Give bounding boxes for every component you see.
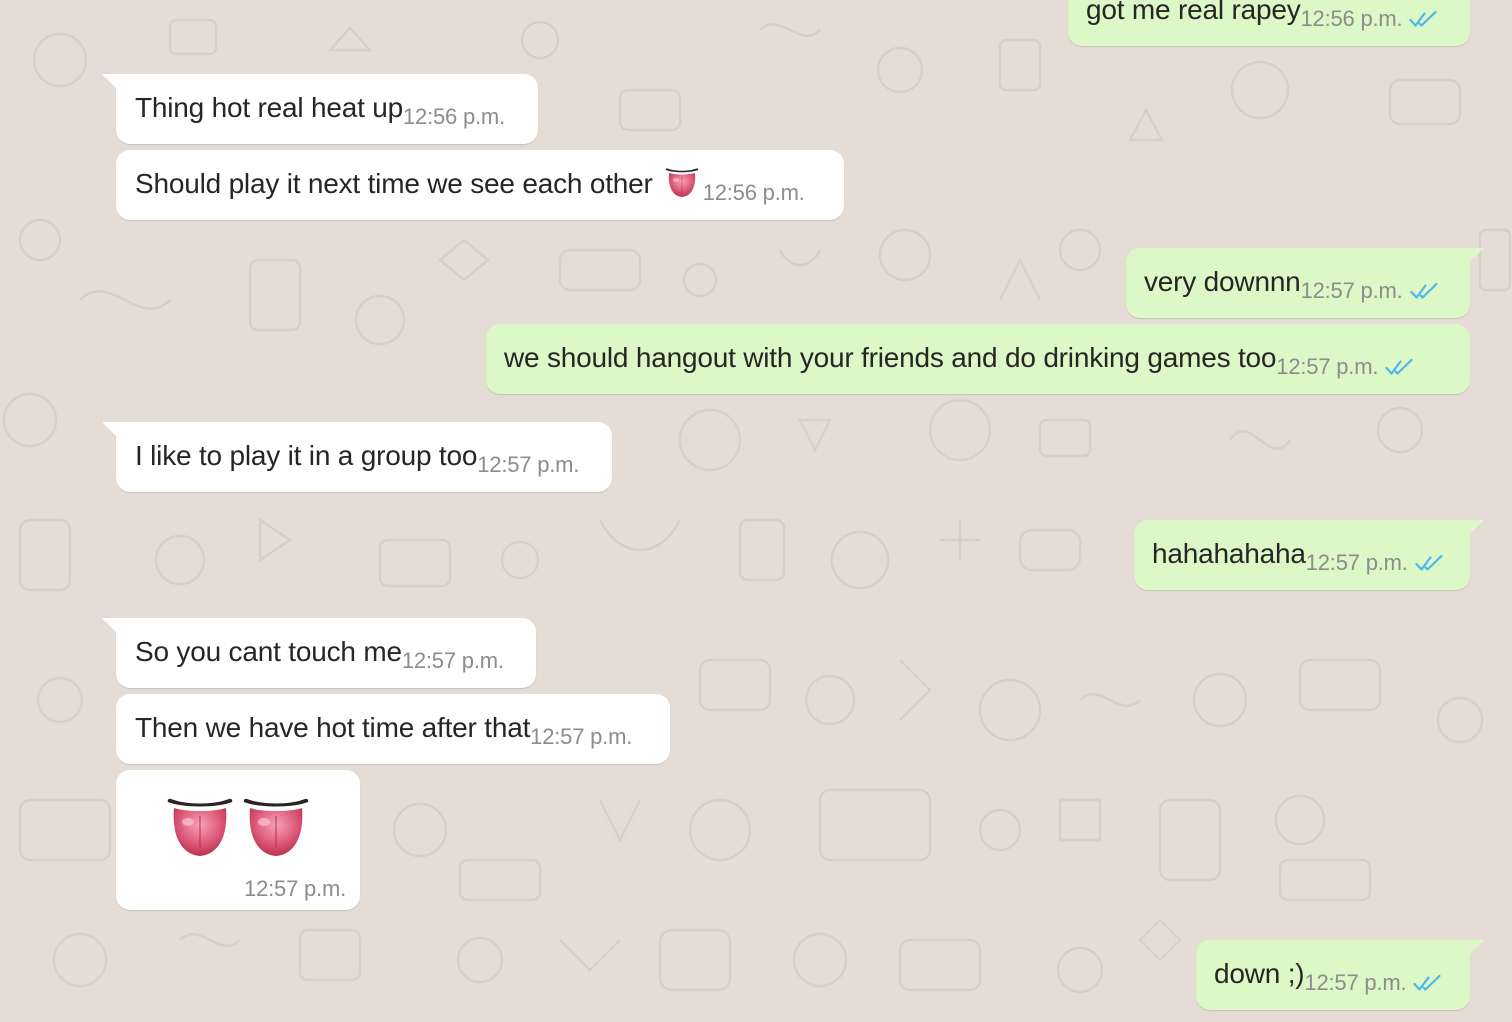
message-timestamp: 12:57 p.m. bbox=[477, 452, 580, 477]
message-timestamp: 12:57 p.m. bbox=[530, 724, 633, 749]
message-bubble-incoming[interactable]: Then we have hot time after that 12:57 p… bbox=[116, 694, 670, 764]
double-check-read-icon bbox=[1413, 974, 1443, 992]
message-meta: 12:57 p.m. bbox=[530, 722, 632, 752]
message-text: Should play it next time we see each oth… bbox=[135, 168, 653, 199]
message-meta: 12:57 p.m. bbox=[1301, 276, 1440, 306]
message-bubble-outgoing[interactable]: got me real rapey 12:56 p.m. bbox=[1068, 0, 1470, 46]
double-check-read-icon bbox=[1410, 282, 1440, 300]
double-check-read-icon bbox=[1409, 10, 1439, 28]
message-bubble-incoming[interactable]: Should play it next time we see each oth… bbox=[116, 150, 844, 220]
message-bubble-emoji[interactable]: 12:57 p.m. bbox=[116, 770, 360, 910]
message-timestamp: 12:57 p.m. bbox=[1305, 550, 1408, 575]
message-timestamp: 12:57 p.m. bbox=[401, 648, 504, 673]
message-text: hahahahaha bbox=[1152, 538, 1306, 569]
message-meta: 12:56 p.m. bbox=[1301, 4, 1440, 34]
message-text: I like to play it in a group too bbox=[135, 440, 478, 471]
message-bubble-incoming[interactable]: So you cant touch me 12:57 p.m. bbox=[102, 618, 536, 688]
double-check-read-icon bbox=[1415, 554, 1445, 572]
tongue-emoji-icon bbox=[663, 167, 701, 201]
message-timestamp: 12:57 p.m. bbox=[1300, 278, 1403, 303]
message-text: down ;) bbox=[1214, 958, 1305, 989]
message-text: So you cant touch me bbox=[135, 636, 402, 667]
message-meta: 12:56 p.m. bbox=[703, 178, 805, 208]
message-timestamp: 12:57 p.m. bbox=[244, 876, 346, 901]
message-bubble-outgoing[interactable]: very downnn 12:57 p.m. bbox=[1126, 248, 1484, 318]
message-text: got me real rapey bbox=[1086, 0, 1301, 25]
message-text: Thing hot real heat up bbox=[135, 92, 404, 123]
message-timestamp: 12:56 p.m. bbox=[403, 104, 505, 129]
message-meta: 12:57 p.m. bbox=[1276, 352, 1415, 382]
message-bubble-outgoing[interactable]: hahahahaha 12:57 p.m. bbox=[1134, 520, 1484, 590]
message-text: Then we have hot time after that bbox=[135, 712, 531, 743]
message-bubble-outgoing[interactable]: down ;) 12:57 p.m. bbox=[1196, 940, 1484, 1010]
message-bubble-outgoing[interactable]: we should hangout with your friends and … bbox=[486, 324, 1470, 394]
message-timestamp: 12:56 p.m. bbox=[702, 180, 805, 205]
double-check-read-icon bbox=[1385, 358, 1415, 376]
emoji-row bbox=[164, 796, 312, 864]
chat-panel[interactable]: got me real rapey 12:56 p.m. Thing hot r… bbox=[0, 0, 1512, 1022]
message-meta: 12:57 p.m. bbox=[1306, 548, 1445, 578]
message-text: very downnn bbox=[1144, 266, 1301, 297]
message-meta: 12:57 p.m. bbox=[1304, 968, 1443, 998]
message-meta: 12:57 p.m. bbox=[477, 450, 579, 480]
message-timestamp: 12:56 p.m. bbox=[1300, 6, 1403, 31]
message-bubble-incoming[interactable]: Thing hot real heat up 12:56 p.m. bbox=[102, 74, 538, 144]
message-text: we should hangout with your friends and … bbox=[504, 342, 1277, 373]
tongue-emoji-icon bbox=[240, 796, 312, 864]
message-meta: 12:56 p.m. bbox=[403, 102, 505, 132]
message-timestamp: 12:57 p.m. bbox=[1304, 970, 1407, 995]
message-meta: 12:57 p.m. bbox=[402, 646, 504, 676]
message-timestamp: 12:57 p.m. bbox=[1276, 354, 1379, 379]
tongue-emoji-icon bbox=[164, 796, 236, 864]
message-bubble-incoming[interactable]: I like to play it in a group too 12:57 p… bbox=[102, 422, 612, 492]
